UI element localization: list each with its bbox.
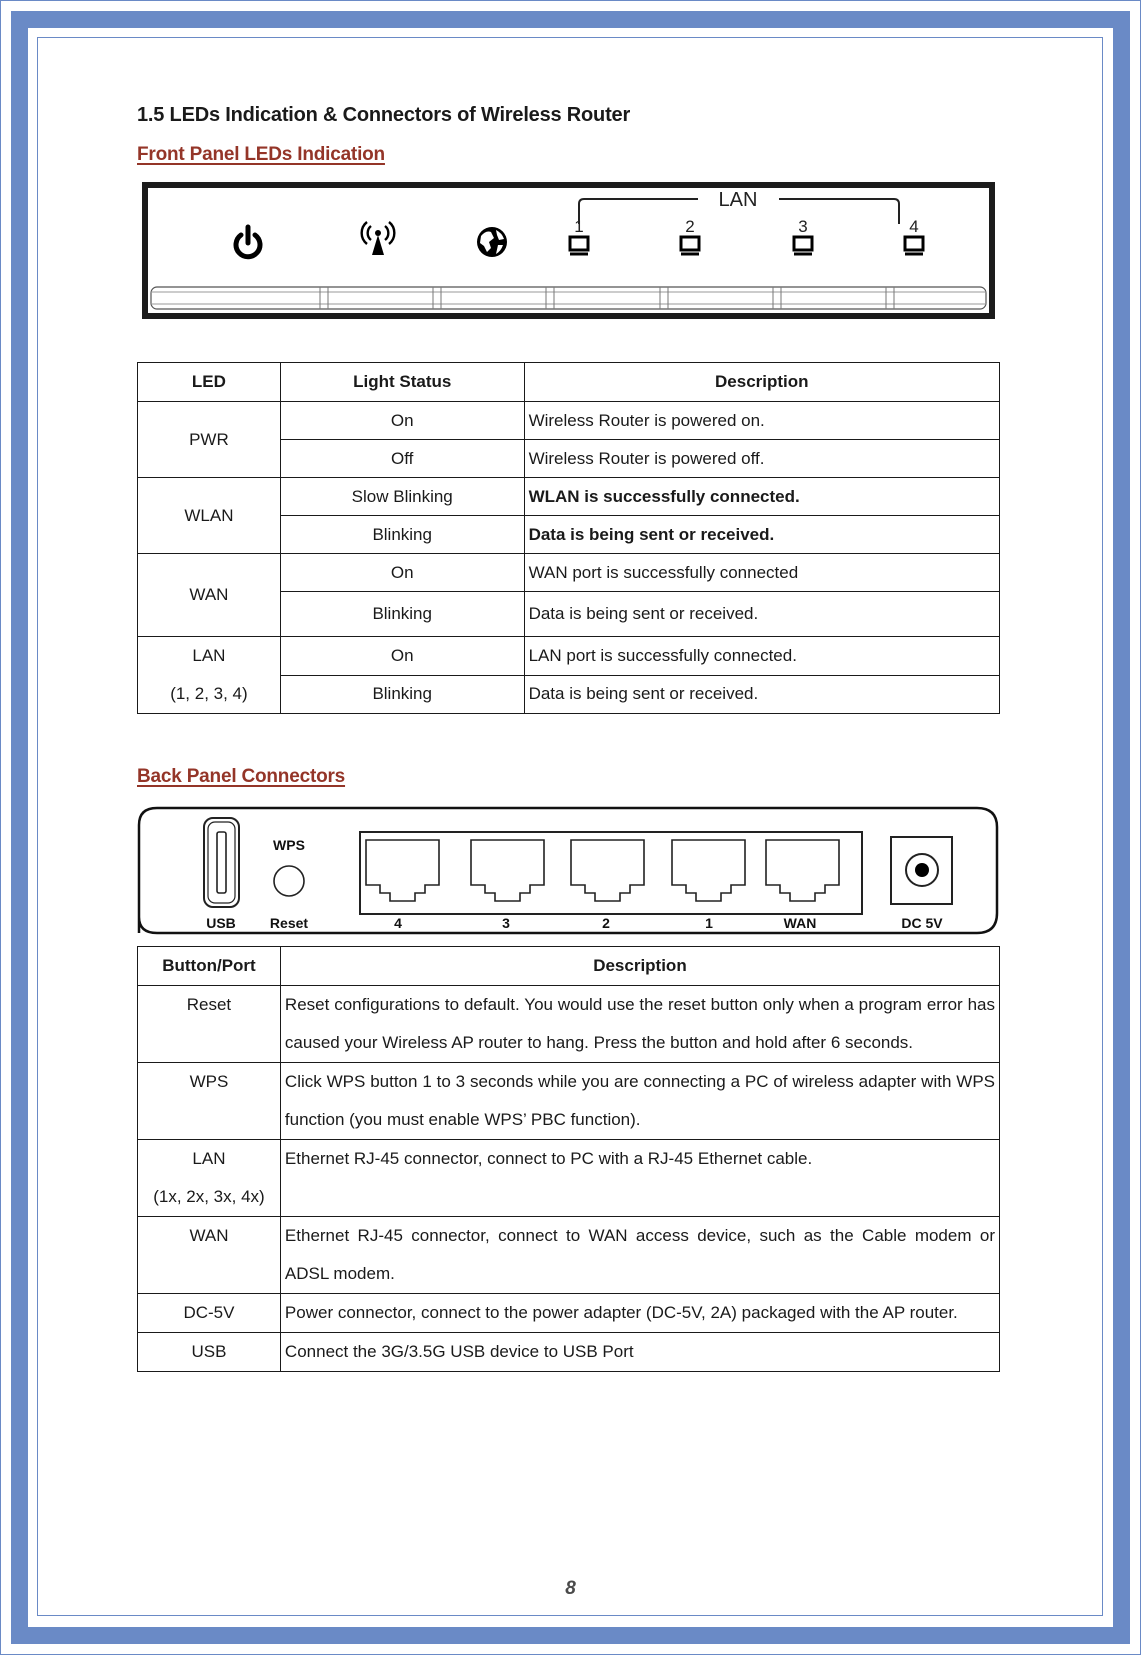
port-description: Click WPS button 1 to 3 seconds while yo… bbox=[279, 1062, 1001, 1140]
column-header-led: LED bbox=[137, 362, 281, 402]
led-description: Data is being sent or received. bbox=[523, 674, 1001, 714]
light-status: Blinking bbox=[279, 674, 525, 714]
led-indication-table: LED Light Status Description PWR On Wire… bbox=[137, 362, 1001, 714]
light-status: On bbox=[279, 636, 525, 676]
port-label: LAN bbox=[192, 1149, 226, 1168]
front-panel-heading: Front Panel LEDs Indication bbox=[137, 144, 385, 165]
port-description: Connect the 3G/3.5G USB device to USB Po… bbox=[279, 1332, 1001, 1372]
column-header-light-status: Light Status bbox=[279, 362, 525, 402]
front-light-bar bbox=[150, 286, 987, 310]
column-header-description: Description bbox=[279, 946, 1001, 986]
led-description: WLAN is successfully connected. bbox=[523, 477, 1001, 516]
led-label: WAN bbox=[189, 585, 229, 604]
led-description: Data is being sent or received. bbox=[523, 591, 1001, 637]
port-name: LAN (1x, 2x, 3x, 4x) bbox=[137, 1139, 281, 1217]
lan-group-bracket: LAN bbox=[578, 189, 900, 224]
front-panel-image: LAN 1 2 3 4 bbox=[142, 182, 995, 319]
wps-label: WPS bbox=[273, 837, 305, 853]
lan-number-2: 2 bbox=[685, 217, 694, 236]
table-row: WLAN Slow Blinking WLAN is successfully … bbox=[137, 477, 1001, 554]
port-description: Reset configurations to default. You wou… bbox=[279, 985, 1001, 1063]
led-description: LAN port is successfully connected. bbox=[523, 636, 1001, 676]
led-description: Wireless Router is powered on. bbox=[523, 401, 1001, 440]
lan-number-1: 1 bbox=[574, 217, 583, 236]
connector-table: Button/Port Description Reset Reset conf… bbox=[137, 946, 1001, 1372]
port-name: WAN bbox=[137, 1216, 281, 1294]
port-name: WPS bbox=[137, 1062, 281, 1140]
port-sublabel: (1x, 2x, 3x, 4x) bbox=[153, 1187, 265, 1206]
back-panel-heading: Back Panel Connectors bbox=[137, 766, 346, 787]
table-row: DC-5V Power connector, connect to the po… bbox=[137, 1293, 1001, 1333]
led-name: PWR bbox=[137, 401, 281, 478]
column-header-button-port: Button/Port bbox=[137, 946, 281, 986]
power-icon bbox=[233, 224, 263, 260]
port-3-label: 3 bbox=[502, 915, 510, 931]
usb-label: USB bbox=[206, 915, 236, 931]
led-label: LAN bbox=[192, 646, 226, 665]
page-title: 1.5 LEDs Indication & Connectors of Wire… bbox=[137, 104, 631, 126]
led-name: WLAN bbox=[137, 477, 281, 554]
table-row: WAN Ethernet RJ-45 connector, connect to… bbox=[137, 1216, 1001, 1294]
port-name: USB bbox=[137, 1332, 281, 1372]
page-number: 8 bbox=[565, 1578, 576, 1599]
led-description: WAN port is successfully connected bbox=[523, 553, 1001, 592]
back-panel-image: USB WPS Reset 4 3 2 1 WAN DC 5V bbox=[137, 805, 1000, 936]
globe-icon bbox=[477, 227, 507, 257]
light-status: On bbox=[279, 553, 525, 592]
light-status: Blinking bbox=[279, 591, 525, 637]
led-label: PWR bbox=[189, 429, 229, 449]
table-row: WPS Click WPS button 1 to 3 seconds whil… bbox=[137, 1062, 1001, 1140]
port-name: DC-5V bbox=[137, 1293, 281, 1333]
light-status: Blinking bbox=[279, 515, 525, 554]
port-description: Power connector, connect to the power ad… bbox=[279, 1293, 1001, 1333]
table-row: LAN (1, 2, 3, 4) On LAN port is successf… bbox=[137, 636, 1001, 714]
led-description: Data is being sent or received. bbox=[523, 515, 1001, 554]
table-row: USB Connect the 3G/3.5G USB device to US… bbox=[137, 1332, 1001, 1372]
table-row: Reset Reset configurations to default. Y… bbox=[137, 985, 1001, 1063]
light-status: Slow Blinking bbox=[279, 477, 525, 516]
light-status: On bbox=[279, 401, 525, 440]
port-description: Ethernet RJ-45 connector, connect to WAN… bbox=[279, 1216, 1001, 1294]
led-label: WLAN bbox=[184, 505, 234, 525]
table-header-row: LED Light Status Description bbox=[137, 362, 1001, 402]
led-sublabel: (1, 2, 3, 4) bbox=[170, 684, 248, 703]
led-description: Wireless Router is powered off. bbox=[523, 439, 1001, 478]
light-status: Off bbox=[279, 439, 525, 478]
led-name: LAN (1, 2, 3, 4) bbox=[137, 636, 281, 714]
led-name: WAN bbox=[137, 553, 281, 637]
lan-number-3: 3 bbox=[798, 217, 807, 236]
table-row: PWR On Wireless Router is powered on. bbox=[137, 401, 1001, 478]
lan-port-icon bbox=[792, 235, 814, 256]
reset-label: Reset bbox=[270, 915, 308, 931]
wan-port-label: WAN bbox=[784, 915, 817, 931]
lan-port-icon bbox=[903, 235, 925, 256]
port-name: Reset bbox=[137, 985, 281, 1063]
lan-port-icon bbox=[679, 235, 701, 256]
column-header-description: Description bbox=[523, 362, 1001, 402]
lan-number-4: 4 bbox=[909, 217, 918, 236]
table-row: LAN (1x, 2x, 3x, 4x) Ethernet RJ-45 conn… bbox=[137, 1139, 1001, 1217]
port-description: Ethernet RJ-45 connector, connect to PC … bbox=[279, 1139, 1001, 1217]
dc-5v-label: DC 5V bbox=[901, 915, 943, 931]
port-4-label: 4 bbox=[394, 915, 402, 931]
lan-group-label: LAN bbox=[719, 189, 758, 211]
table-row: WAN On WAN port is successfully connecte… bbox=[137, 553, 1001, 637]
port-1-label: 1 bbox=[705, 915, 713, 931]
front-panel-drawing: LAN 1 2 3 4 bbox=[150, 189, 987, 310]
wireless-antenna-icon bbox=[360, 221, 396, 255]
table-header-row: Button/Port Description bbox=[137, 946, 1001, 986]
port-2-label: 2 bbox=[602, 915, 610, 931]
lan-port-icon bbox=[568, 235, 590, 256]
back-panel-drawing: USB WPS Reset 4 3 2 1 WAN DC 5V bbox=[137, 806, 999, 935]
